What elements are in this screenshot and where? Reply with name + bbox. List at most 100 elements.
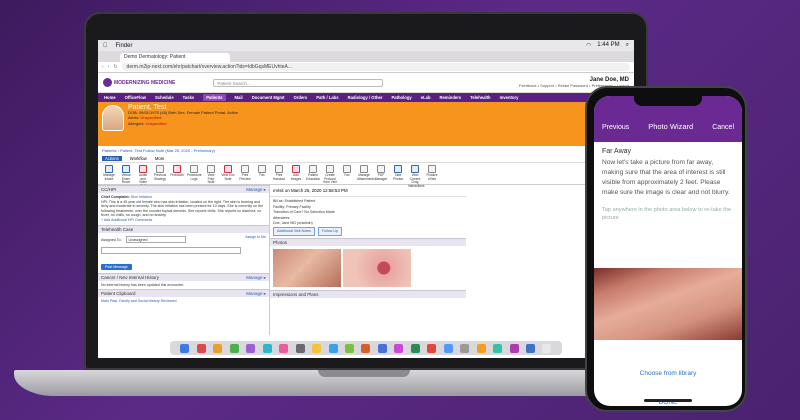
app-logo[interactable]: MODERNIZING MEDICINE <box>103 78 175 87</box>
tool-tab[interactable]: Actions <box>102 156 122 161</box>
nav-item[interactable]: Pathology <box>391 95 411 100</box>
toolbar-button[interactable]: Fax <box>255 165 269 178</box>
toolbar-button[interactable]: Protocols <box>170 165 184 178</box>
toolbar-button[interactable]: Print Handout <box>272 165 286 181</box>
forward-icon[interactable]: › <box>108 64 110 70</box>
additional-notes-button[interactable]: Additional Visit Notes <box>273 226 315 236</box>
toolbar-button[interactable]: Manage Intake <box>102 165 116 181</box>
message-input[interactable] <box>101 246 241 254</box>
choose-library-button[interactable]: Choose from library <box>594 370 742 377</box>
allergies-value[interactable]: Unspecified <box>146 121 167 126</box>
nav-item[interactable]: Mail <box>235 95 243 100</box>
nav-item[interactable]: Tasks <box>183 95 195 100</box>
tool-tab[interactable]: Workflow <box>130 156 147 161</box>
finder-menu[interactable]: Finder <box>116 43 133 49</box>
dock-app-icon[interactable] <box>196 343 206 353</box>
dock-app-icon[interactable] <box>279 343 289 353</box>
dock-app-icon[interactable] <box>410 343 420 353</box>
search-icon[interactable]: ⌕ <box>626 42 629 49</box>
toolbar-button[interactable]: Add Images <box>289 165 303 181</box>
toolbar-button[interactable]: Previous Strategy <box>153 165 167 181</box>
dock-app-icon[interactable] <box>213 343 223 353</box>
cancer-manage-link[interactable]: Manage ▸ <box>246 275 266 280</box>
wizard-title: Photo Wizard <box>648 122 694 131</box>
toolbar-button[interactable]: Finalize eVisit <box>425 165 439 181</box>
breadcrumb[interactable]: Patients › Patient, Test Follow Note (Ma… <box>98 146 634 155</box>
dock-app-icon[interactable] <box>229 343 239 353</box>
dock-app-icon[interactable] <box>344 343 354 353</box>
dock-app-icon[interactable] <box>427 343 437 353</box>
nav-item[interactable]: Path / Labs <box>316 95 338 100</box>
reload-icon[interactable]: ↻ <box>113 64 117 70</box>
nav-item[interactable]: Document Mgmt <box>252 95 285 100</box>
toolbar-button[interactable]: Procedure Logs <box>187 165 202 181</box>
assign-me-link[interactable]: Assign to Me <box>245 235 266 240</box>
dock-app-icon[interactable] <box>525 343 535 353</box>
toolbar-button[interactable]: Virtual Exam Room <box>119 165 133 185</box>
toolbar-button[interactable]: Create Protocol from Visit <box>323 165 337 185</box>
nav-item[interactable]: Orders <box>294 95 308 100</box>
previous-button[interactable]: Previous <box>602 124 629 131</box>
nav-item[interactable]: Inventory <box>500 95 519 100</box>
toolbar-button[interactable]: PDF Manager <box>374 165 388 181</box>
nav-item[interactable]: Patients <box>203 94 226 101</box>
browser-tab[interactable]: Demo Dermatology: Patient <box>120 53 230 62</box>
toolbar-button[interactable]: Manage Attachments <box>357 165 375 181</box>
patient-search-input[interactable]: Patient Search... <box>213 78 384 87</box>
dock-app-icon[interactable] <box>443 343 453 353</box>
retake-hint: Tap anywhere in the photo area below to … <box>602 207 732 221</box>
dock-app-icon[interactable] <box>246 343 256 353</box>
apple-icon[interactable]:  <box>103 43 108 49</box>
browser-tabbar: Demo Dermatology: Patient <box>98 51 634 62</box>
tool-label: Manage Attachments <box>357 173 375 181</box>
toolbar-button[interactable]: View Prior Note <box>204 165 218 185</box>
follow-up-button[interactable]: Follow Up <box>317 226 342 236</box>
wifi-icon[interactable]: ◠ <box>586 42 591 49</box>
cancel-button[interactable]: Cancel <box>712 124 734 131</box>
dock-app-icon[interactable] <box>180 343 190 353</box>
skin-photo[interactable] <box>343 249 411 287</box>
dock-app-icon[interactable] <box>312 343 322 353</box>
nav-item[interactable]: eLab <box>421 95 431 100</box>
toolbar-button[interactable]: Fax <box>340 165 354 178</box>
toolbar-button[interactable]: Patient Education <box>306 165 320 181</box>
dock-app-icon[interactable] <box>509 343 519 353</box>
clock[interactable]: 1:44 PM <box>597 42 619 49</box>
clipboard-link[interactable]: Mark Past, Family and Social History Rev… <box>98 297 269 306</box>
post-message-button[interactable]: Post Message <box>101 263 132 270</box>
nav-item[interactable]: Radiology / Other <box>348 95 383 100</box>
left-column: CC/HPI Manage ▸ Chief Complaint: Skin Ir… <box>98 185 270 335</box>
dock-app-icon[interactable] <box>476 343 486 353</box>
chief-complaint-value[interactable]: Skin Irritation <box>131 195 152 199</box>
nav-item[interactable]: Reminders <box>440 95 462 100</box>
assigned-select[interactable]: Unassigned <box>125 235 186 243</box>
dock-app-icon[interactable] <box>295 343 305 353</box>
dock-app-icon[interactable] <box>460 343 470 353</box>
menubar-status: ◠ 1:44 PM ⌕ <box>586 42 629 49</box>
dock-app-icon[interactable] <box>394 343 404 353</box>
photos-title: Photos <box>273 240 288 245</box>
address-bar[interactable]: derm.m2ip-next.com/ehr/patchart/overview… <box>121 63 630 71</box>
cc-manage-link[interactable]: Manage ▸ <box>246 187 266 192</box>
add-hpi-link[interactable]: + Add Additional HPI Comments <box>101 218 266 223</box>
skin-photo[interactable] <box>273 249 341 287</box>
dock-app-icon[interactable] <box>377 343 387 353</box>
dock-app-icon[interactable] <box>361 343 371 353</box>
nav-item[interactable]: OfficeFlow <box>125 95 146 100</box>
back-icon[interactable]: ‹ <box>102 64 104 70</box>
dock-app-icon[interactable] <box>493 343 503 353</box>
dock-app-icon[interactable] <box>262 343 272 353</box>
toolbar-button[interactable]: Take Photos <box>391 165 405 181</box>
nav-item[interactable]: Schedule <box>155 95 174 100</box>
main-nav: Home OfficeFlow Schedule Tasks Patients Mail D… <box>98 93 634 102</box>
patient-banner: Patient, Test DOB: 09/01/1975 (45) Birth… <box>98 102 634 146</box>
toolbar-button[interactable]: Print Preview <box>238 165 252 181</box>
toolbar-button[interactable]: View Enc Note <box>221 165 235 181</box>
captured-photo[interactable] <box>594 268 742 340</box>
dock-app-icon[interactable] <box>542 343 552 353</box>
dock-app-icon[interactable] <box>328 343 338 353</box>
tool-tab[interactable]: More <box>155 156 165 161</box>
nav-item[interactable]: Home <box>104 95 116 100</box>
nav-item[interactable]: Telehealth <box>470 95 490 100</box>
clipboard-manage-link[interactable]: Manage ▸ <box>246 291 266 296</box>
